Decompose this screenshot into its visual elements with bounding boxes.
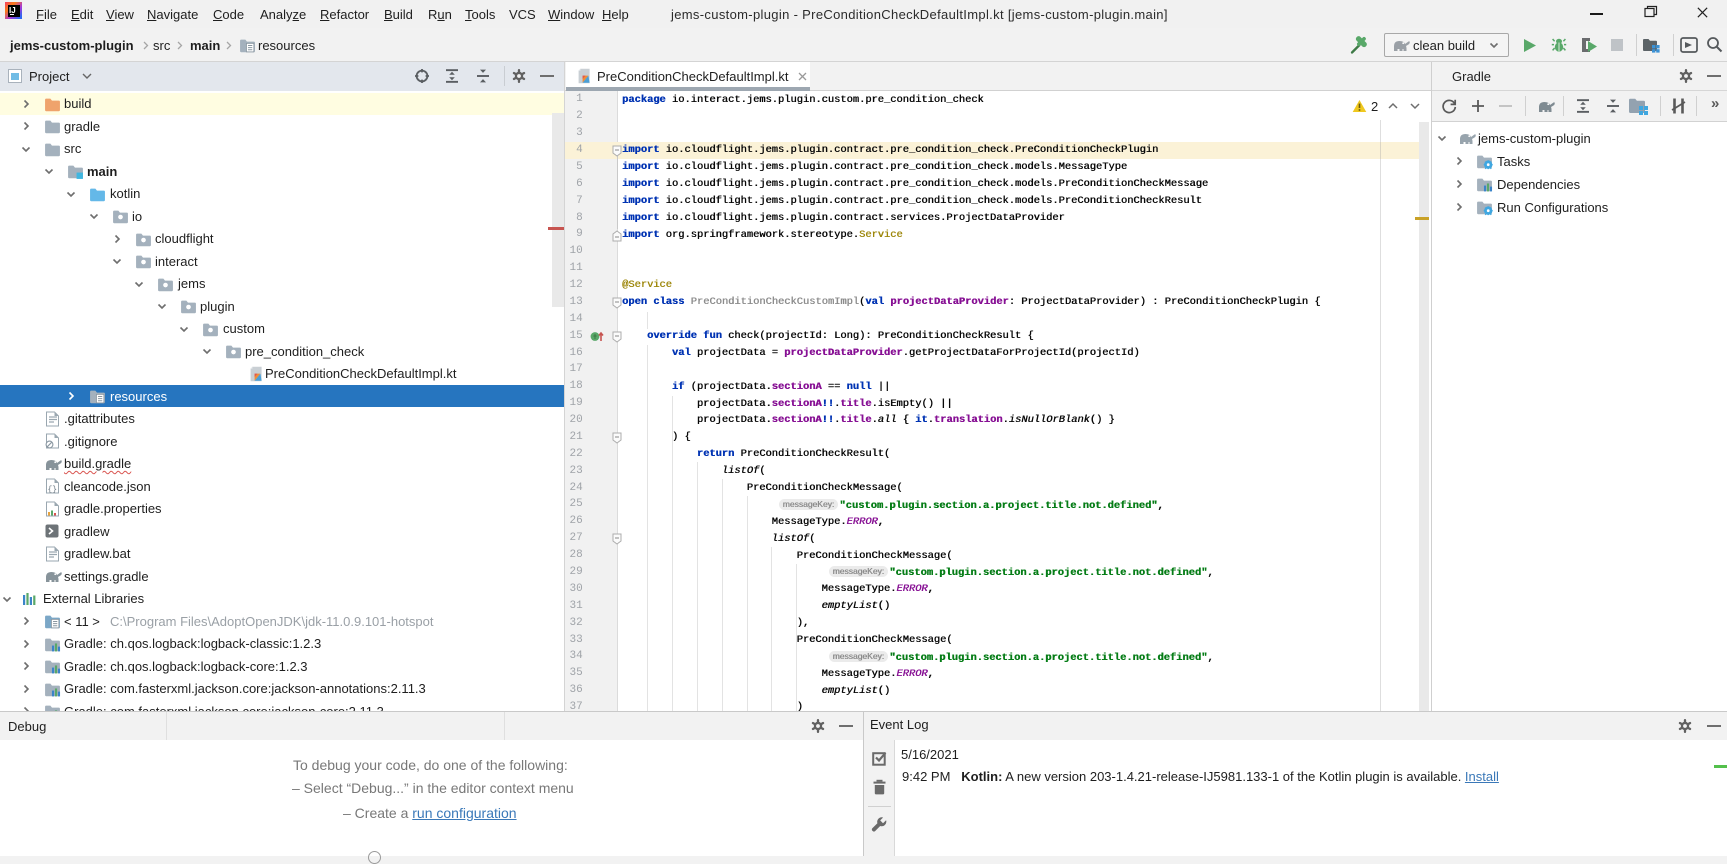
svg-text:{}: {} [48, 486, 58, 495]
